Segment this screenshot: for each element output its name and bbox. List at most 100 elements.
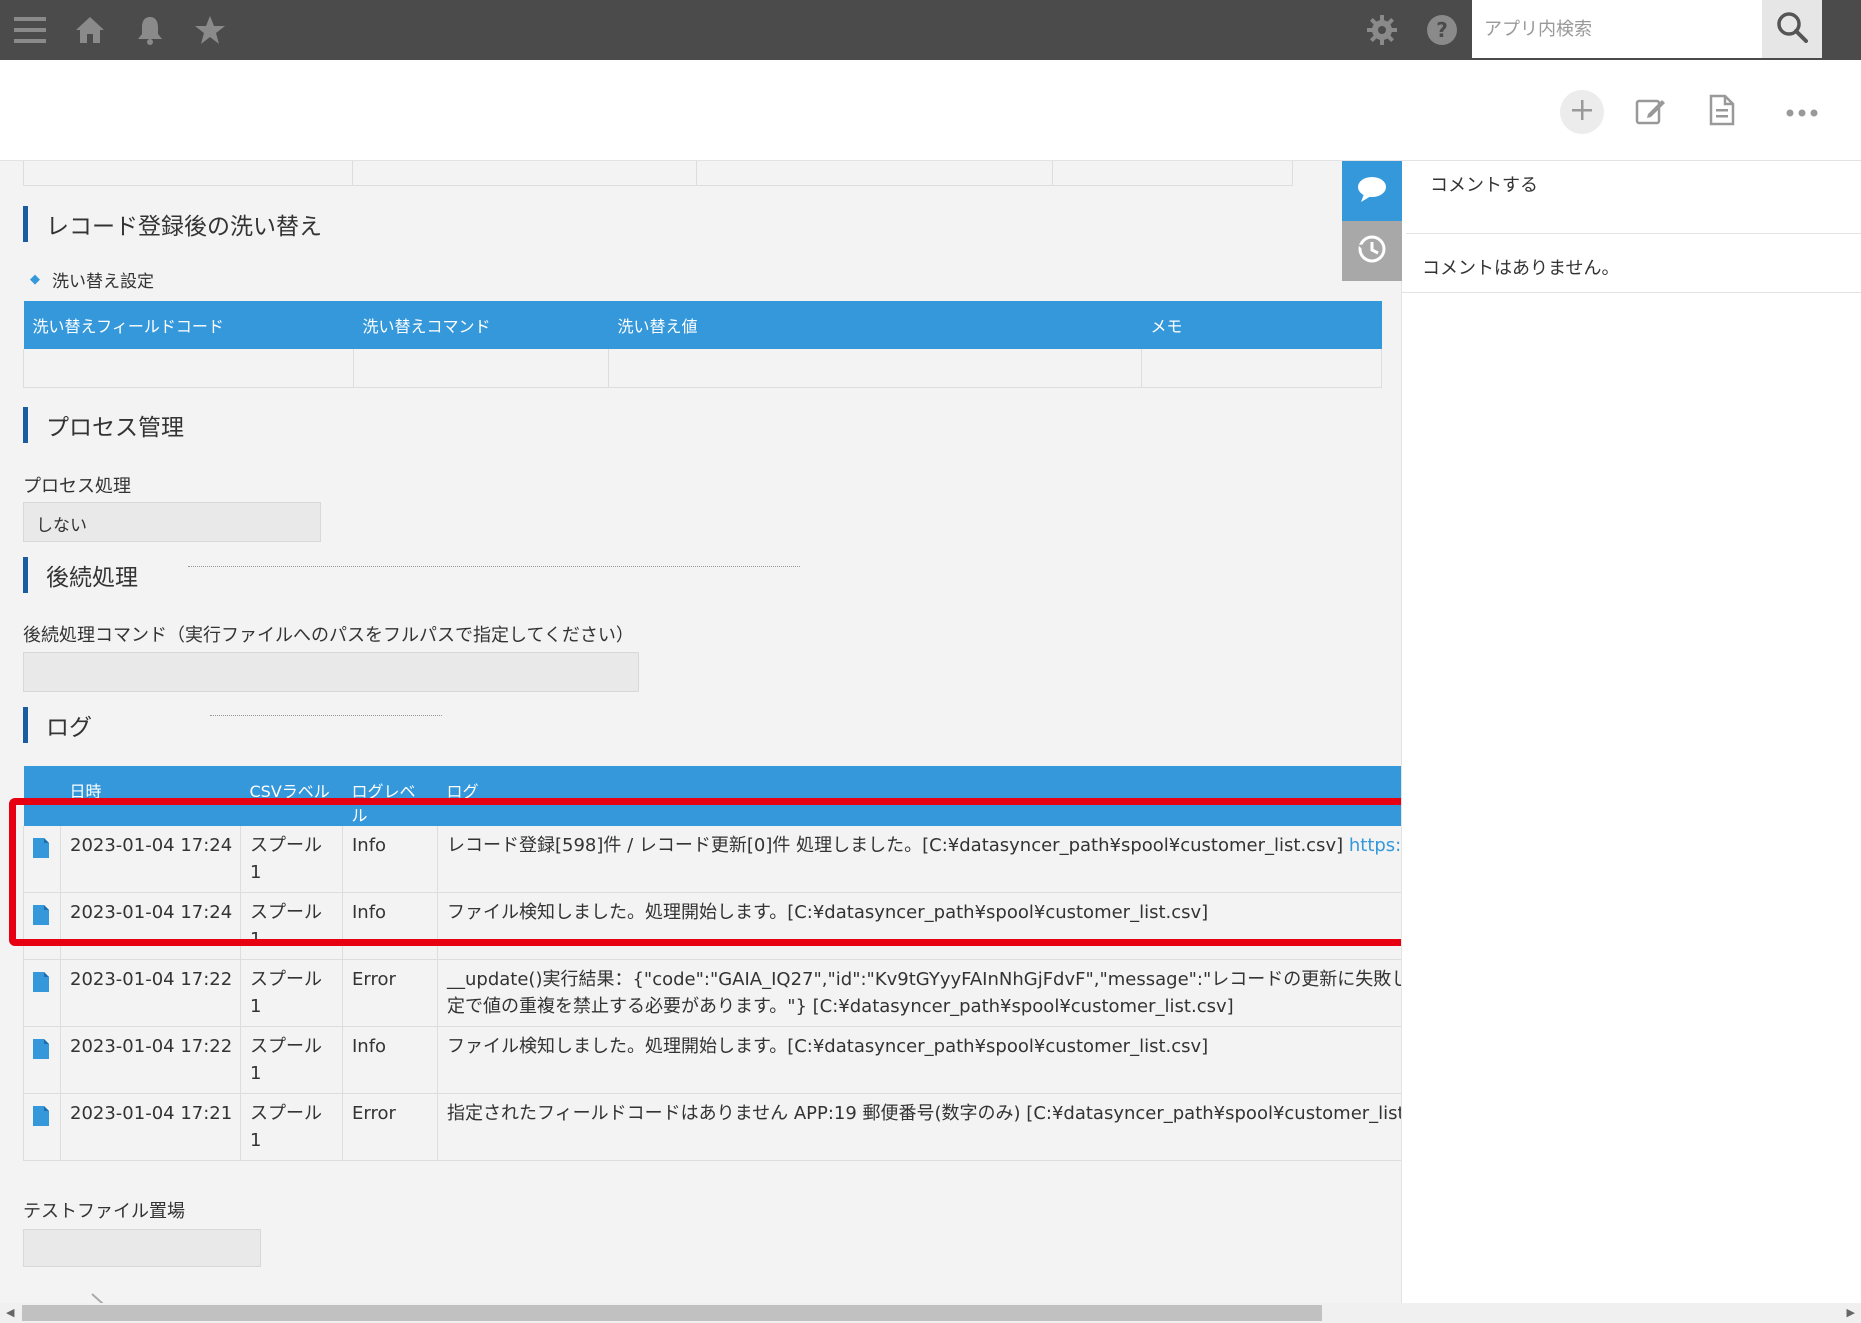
search-icon: [1776, 11, 1808, 47]
log-level: Info: [342, 826, 438, 893]
comment-prompt: コメントする: [1430, 175, 1538, 196]
log-level: Info: [342, 1026, 438, 1094]
copy-icon: [1707, 94, 1737, 130]
log-text: 指定されたフィールドコードはありません APP:19 郵便番号(数字のみ) [C…: [437, 1093, 1401, 1161]
log-datetime: 2023-01-04 17:24: [60, 826, 241, 893]
log-datetime: 2023-01-04 17:24: [60, 892, 241, 960]
wash-settings-table: 洗い替えフィールドコード 洗い替えコマンド 洗い替え値 メモ: [23, 301, 1382, 388]
wash-col-memo: メモ: [1141, 301, 1382, 349]
log-col-csv-label: CSVラベル: [240, 766, 343, 826]
wash-settings-label: 洗い替え設定: [52, 272, 154, 292]
divider: [210, 715, 442, 716]
log-col-level: ログレベル: [342, 766, 438, 826]
more-options-button[interactable]: [1780, 90, 1824, 134]
divider: [1402, 292, 1861, 293]
wash-col-command: 洗い替えコマンド: [353, 301, 609, 349]
top-bar: ?: [0, 0, 1861, 60]
bell-icon[interactable]: [130, 10, 170, 50]
log-csv-label: スプール 1: [240, 826, 343, 893]
add-icon: [1570, 98, 1594, 126]
process-section-header: プロセス管理: [23, 407, 184, 443]
table-row: 2023-01-04 17:22 スプール 1 Info ファイル検知しました。…: [23, 1026, 1401, 1094]
search-input[interactable]: [1472, 0, 1754, 58]
scroll-right-arrow[interactable]: ▶: [1847, 1306, 1855, 1319]
wash-section-header: レコード登録後の洗い替え: [23, 206, 322, 242]
edit-icon: [1634, 94, 1666, 130]
scrollbar-thumb[interactable]: [22, 1305, 1322, 1321]
wash-section-title: レコード登録後の洗い替え: [46, 214, 322, 240]
record-detail-main: レコード登録後の洗い替え ◆ 洗い替え設定 洗い替えフィールドコード 洗い替えコ…: [0, 161, 1401, 1313]
table-row: 2023-01-04 17:21 スプール 1 Error 指定されたフィールド…: [23, 1093, 1401, 1161]
table-row: 2023-01-04 17:22 スプール 1 Error __update()…: [23, 959, 1401, 1027]
wash-settings-subheader: ◆ 洗い替え設定: [30, 267, 154, 292]
log-text-continued: 定で値の重複を禁止する必要があります。"} [C:¥datasyncer_pat…: [447, 996, 1234, 1017]
log-datetime: 2023-01-04 17:21: [60, 1093, 241, 1161]
table-row: [23, 349, 1382, 388]
star-icon[interactable]: [190, 10, 230, 50]
divider: [188, 566, 800, 567]
record-detail-icon[interactable]: [33, 1039, 49, 1067]
search-button[interactable]: [1762, 0, 1822, 58]
test-file-field: [23, 1229, 261, 1267]
log-text: ファイル検知しました。処理開始します。[C:¥datasyncer_path¥s…: [437, 892, 1401, 960]
log-datetime: 2023-01-04 17:22: [60, 959, 241, 1027]
record-detail-icon[interactable]: [33, 972, 49, 1000]
log-link[interactable]: https://6: [1349, 835, 1401, 856]
edit-record-button[interactable]: [1628, 90, 1672, 134]
log-text-cell: __update()実行結果：{"code":"GAIA_IQ27","id":…: [437, 959, 1401, 1027]
post-field-value: [23, 652, 639, 692]
test-file-label: テストファイル置場: [23, 1201, 185, 1222]
log-text: ファイル検知しました。処理開始します。[C:¥datasyncer_path¥s…: [437, 1026, 1401, 1094]
log-csv-label: スプール 1: [240, 1026, 343, 1094]
log-datetime: 2023-01-04 17:22: [60, 1026, 241, 1094]
wash-col-value: 洗い替え値: [608, 301, 1142, 349]
post-section-title: 後続処理: [46, 565, 138, 591]
comment-tab[interactable]: [1342, 161, 1402, 221]
log-level: Info: [342, 892, 438, 960]
table-row: 2023-01-04 17:24 スプール 1 Info ファイル検知しました。…: [23, 892, 1401, 960]
record-detail-icon[interactable]: [33, 1106, 49, 1134]
scroll-left-arrow[interactable]: ◀: [6, 1306, 14, 1319]
log-text: レコード登録[598]件 / レコード更新[0]件 処理しました。[C:¥dat…: [447, 835, 1344, 856]
no-comments-message: コメントはありません。: [1422, 258, 1620, 279]
process-field-label: プロセス処理: [23, 476, 131, 497]
horizontal-scrollbar[interactable]: ◀ ▶: [0, 1303, 1861, 1323]
diamond-icon: ◆: [30, 272, 40, 287]
add-record-button[interactable]: [1560, 90, 1604, 134]
speech-bubble-icon: [1356, 175, 1388, 207]
log-col-datetime: 日時: [60, 766, 241, 826]
process-section-title: プロセス管理: [46, 415, 184, 441]
previous-table-bottom: [23, 161, 1293, 186]
log-text-cell: レコード登録[598]件 / レコード更新[0]件 処理しました。[C:¥dat…: [437, 826, 1401, 893]
wash-col-field-code: 洗い替えフィールドコード: [23, 301, 354, 349]
copy-record-button[interactable]: [1700, 90, 1744, 134]
log-csv-label: スプール 1: [240, 892, 343, 960]
post-field-label: 後続処理コマンド（実行ファイルへのパスをフルパスで指定してください）: [23, 625, 634, 646]
record-action-bar: [0, 60, 1861, 161]
comment-input[interactable]: コメントする: [1406, 161, 1861, 234]
log-table: 日時 CSVラベル ログレベル ログ 2023-01-04 17:24 スプール…: [23, 766, 1401, 1161]
more-icon: [1786, 103, 1818, 122]
record-detail-icon[interactable]: [33, 838, 49, 866]
log-section-header: ログ: [23, 707, 92, 743]
log-level: Error: [342, 959, 438, 1027]
log-section-title: ログ: [46, 715, 92, 741]
gear-icon[interactable]: [1362, 10, 1402, 50]
help-icon[interactable]: ?: [1422, 10, 1462, 50]
log-csv-label: スプール 1: [240, 959, 343, 1027]
log-text: __update()実行結果：{"code":"GAIA_IQ27","id":…: [447, 969, 1401, 990]
log-col-log: ログ: [437, 766, 1401, 826]
menu-icon[interactable]: [10, 10, 50, 50]
svg-text:?: ?: [1436, 18, 1448, 42]
log-csv-label: スプール 1: [240, 1093, 343, 1161]
history-icon: [1356, 233, 1388, 269]
table-row: 2023-01-04 17:24 スプール 1 Info レコード登録[598]…: [23, 826, 1401, 893]
home-icon[interactable]: [70, 10, 110, 50]
log-level: Error: [342, 1093, 438, 1161]
process-field-value: しない: [23, 502, 321, 542]
record-detail-icon[interactable]: [33, 905, 49, 933]
post-section-header: 後続処理: [23, 557, 138, 593]
search-box: [1472, 0, 1762, 58]
log-table-wrapper[interactable]: 日時 CSVラベル ログレベル ログ 2023-01-04 17:24 スプール…: [23, 766, 1401, 1161]
history-tab[interactable]: [1342, 221, 1402, 281]
